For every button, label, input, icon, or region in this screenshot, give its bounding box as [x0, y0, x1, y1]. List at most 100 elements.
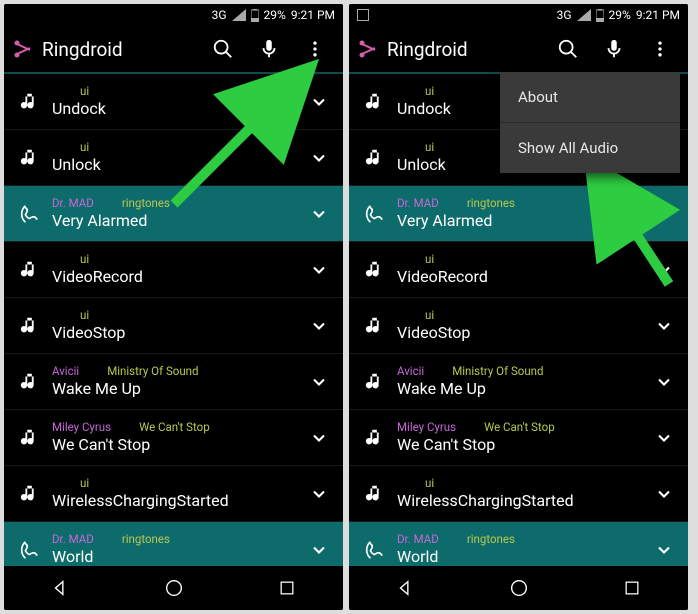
track-title: Wake Me Up [397, 379, 646, 399]
menu-show-all-audio[interactable]: Show All Audio [500, 123, 680, 173]
battery-label: 29% [609, 8, 631, 22]
list-item[interactable]: uiVideoStop [4, 298, 343, 354]
expand-button[interactable] [301, 372, 337, 392]
expand-button[interactable] [646, 260, 682, 280]
mic-button[interactable] [594, 29, 634, 69]
list-item[interactable]: Avicii Ministry Of SoundWake Me Up [349, 354, 688, 410]
album-label: ui [425, 252, 434, 266]
expand-button[interactable] [646, 316, 682, 336]
track-title: VideoStop [397, 323, 646, 343]
list-item[interactable]: Miley CyrusWe Can't StopWe Can't Stop [4, 410, 343, 466]
expand-button[interactable] [301, 540, 337, 560]
list-item[interactable]: uiWirelessChargingStarted [4, 466, 343, 522]
album-label: ui [425, 84, 434, 98]
track-title: World [397, 547, 646, 566]
list-item[interactable]: uiVideoStop [349, 298, 688, 354]
album-label: ringtones [122, 532, 170, 546]
music-note-icon [14, 427, 46, 449]
music-note-icon [359, 427, 391, 449]
search-icon [557, 38, 579, 60]
track-title: Unlock [52, 155, 301, 175]
track-title: Very Alarmed [397, 211, 646, 231]
list-item[interactable]: uiUndock [4, 74, 343, 130]
expand-button[interactable] [646, 484, 682, 504]
recents-button[interactable] [277, 578, 297, 598]
expand-button[interactable] [301, 204, 337, 224]
expand-button[interactable] [301, 316, 337, 336]
track-title: VideoRecord [397, 267, 646, 287]
app-logo-icon [12, 37, 36, 61]
list-item[interactable]: Dr. MADringtonesVery Alarmed [4, 186, 343, 242]
phone-icon [14, 539, 46, 561]
expand-button[interactable] [301, 428, 337, 448]
music-note-icon [359, 147, 391, 169]
album-label: We Can't Stop [484, 420, 555, 434]
home-button[interactable] [163, 577, 185, 599]
track-title: VideoStop [52, 323, 301, 343]
artist-label: Avicii [397, 364, 424, 378]
track-title: Undock [52, 99, 301, 119]
list-item[interactable]: uiWirelessChargingStarted [349, 466, 688, 522]
list-item[interactable]: Miley CyrusWe Can't StopWe Can't Stop [349, 410, 688, 466]
phone-icon [359, 203, 391, 225]
expand-button[interactable] [301, 92, 337, 112]
track-title: We Can't Stop [397, 435, 646, 455]
artist-label: Miley Cyrus [397, 420, 456, 434]
signal-icon [577, 9, 591, 21]
list-item[interactable]: AviciiMinistry Of SoundWake Me Up [4, 354, 343, 410]
artist-label: Dr. MAD [52, 532, 94, 546]
music-note-icon [359, 483, 391, 505]
expand-button[interactable] [301, 148, 337, 168]
list-item[interactable]: Dr. MADringtonesVery Alarmed [349, 186, 688, 242]
track-title: WirelessChargingStarted [397, 491, 646, 511]
track-title: We Can't Stop [52, 435, 301, 455]
expand-button[interactable] [646, 372, 682, 392]
app-logo-icon [357, 37, 381, 61]
album-label: ringtones [467, 196, 515, 210]
network-label: 3G [557, 8, 572, 22]
expand-button[interactable] [301, 484, 337, 504]
overflow-button[interactable] [640, 29, 680, 69]
list-item[interactable]: Dr. MADringtonesWorld [349, 522, 688, 566]
overflow-button[interactable] [295, 29, 335, 69]
back-button[interactable] [50, 577, 72, 599]
mic-icon [258, 38, 280, 60]
track-title: WirelessChargingStarted [52, 491, 301, 511]
expand-button[interactable] [646, 204, 682, 224]
phone-right: 3G 29% 9:21 PM Ringdroid uiUndockuiUnloc… [349, 4, 688, 610]
app-bar: Ringdroid [349, 26, 688, 74]
back-button[interactable] [395, 577, 417, 599]
home-button[interactable] [508, 577, 530, 599]
album-label: Ministry Of Sound [452, 364, 543, 378]
music-note-icon [359, 315, 391, 337]
album-label: ui [80, 84, 89, 98]
music-note-icon [359, 371, 391, 393]
mic-icon [603, 38, 625, 60]
artist-label: Avicii [52, 364, 79, 378]
album-label: ui [80, 308, 89, 322]
search-button[interactable] [548, 29, 588, 69]
list-item[interactable]: uiUnlock [4, 130, 343, 186]
search-button[interactable] [203, 29, 243, 69]
app-title: Ringdroid [42, 38, 197, 61]
list-item[interactable]: Dr. MADringtonesWorld [4, 522, 343, 566]
expand-button[interactable] [646, 428, 682, 448]
phone-left: 3G 29% 9:21 PM Ringdroid uiUndockuiUnloc… [4, 4, 343, 610]
app-title: Ringdroid [387, 38, 542, 61]
album-label: ui [80, 476, 89, 490]
recents-button[interactable] [622, 578, 642, 598]
artist-label: Dr. MAD [52, 196, 94, 210]
music-note-icon [359, 91, 391, 113]
battery-label: 29% [264, 8, 286, 22]
mic-button[interactable] [249, 29, 289, 69]
menu-about[interactable]: About [500, 72, 680, 123]
expand-button[interactable] [646, 540, 682, 560]
audio-list-left[interactable]: uiUndockuiUnlockDr. MADringtonesVery Ala… [4, 74, 343, 566]
expand-button[interactable] [301, 260, 337, 280]
list-item[interactable]: uiVideoRecord [4, 242, 343, 298]
album-label: ui [425, 308, 434, 322]
app-bar: Ringdroid [4, 26, 343, 74]
list-item[interactable]: uiVideoRecord [349, 242, 688, 298]
album-label: ui [80, 252, 89, 266]
artist-label: Dr. MAD [397, 532, 439, 546]
